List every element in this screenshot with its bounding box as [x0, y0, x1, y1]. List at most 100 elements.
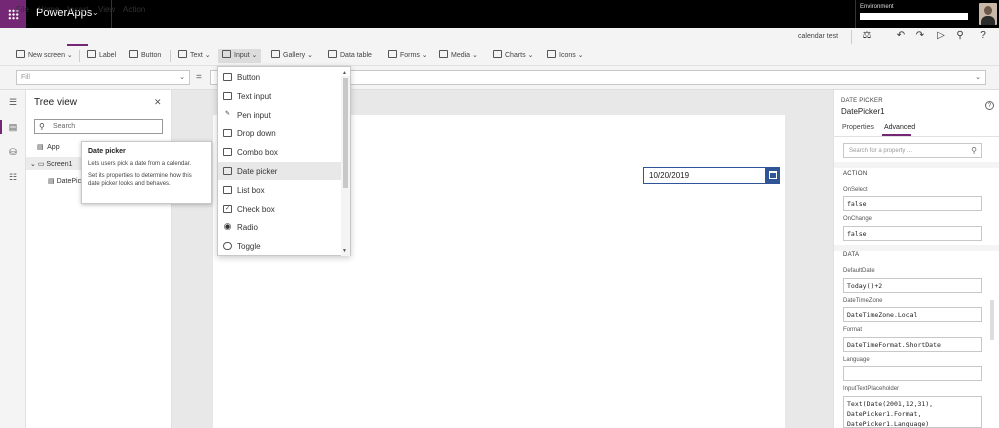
input-menu-button[interactable]: Input ⌄ [218, 49, 262, 63]
tab-advanced[interactable]: Advanced [884, 124, 915, 131]
section-action: ACTION [843, 171, 868, 177]
menu-action[interactable]: Action [123, 5, 145, 14]
combo-box-icon [223, 148, 232, 156]
panel-scrollbar[interactable] [990, 300, 994, 340]
label-label: Label [99, 52, 117, 59]
close-icon[interactable]: ✕ [154, 97, 162, 108]
menu-item-date-picker[interactable]: Date picker [218, 162, 341, 180]
icons-menu-button[interactable]: Icons ⌄ [547, 49, 584, 63]
advanced-tools-icon[interactable]: ☷ [8, 172, 18, 182]
menu-view[interactable]: View [98, 5, 115, 14]
share-user-icon[interactable]: ⚲ [954, 30, 966, 42]
icons-label: Icons [559, 52, 576, 59]
equals-sign: = [196, 72, 202, 83]
datetimezone-field[interactable]: DateTimeZone.Local [843, 307, 982, 322]
button-button[interactable]: Button [129, 49, 161, 63]
forms-menu-button[interactable]: Forms ⌄ [388, 49, 428, 63]
input-icon [222, 50, 231, 58]
onchange-field[interactable]: false [843, 226, 982, 241]
language-label: Language [843, 357, 870, 363]
active-rail-indicator [0, 120, 2, 134]
search-icon: ⚲ [971, 146, 977, 155]
defaultdate-field[interactable]: Today()+2 [843, 278, 982, 293]
avatar[interactable] [979, 3, 997, 25]
tab-properties[interactable]: Properties [842, 124, 874, 131]
tooltip-line-1: Lets users pick a date from a calendar. [88, 161, 192, 167]
property-search-input[interactable]: Search for a property ... ⚲ [843, 143, 982, 158]
scroll-up-icon[interactable]: ▲ [342, 70, 347, 76]
scroll-down-icon[interactable]: ▼ [342, 248, 347, 254]
button-icon [223, 73, 232, 81]
control-name[interactable]: DatePicker1 [841, 107, 885, 116]
menu-item-radio[interactable]: ◉ Radio [218, 218, 341, 236]
toggle-icon [223, 242, 232, 250]
format-label: Format [843, 327, 863, 333]
menu-item-check-box[interactable]: ✓ Check box [218, 200, 341, 218]
divider [851, 30, 852, 44]
text-menu-button[interactable]: Text ⌄ [178, 49, 211, 63]
language-field[interactable] [843, 366, 982, 381]
menu-scrollbar-thumb[interactable] [343, 78, 348, 188]
hamburger-icon[interactable]: ☰ [8, 97, 18, 107]
environment-name-redacted [860, 13, 968, 20]
onselect-field[interactable]: false [843, 196, 982, 211]
menu-item-label: Toggle [237, 242, 261, 251]
search-placeholder: Search for a property ... [849, 148, 913, 154]
menu-item-list-box[interactable]: List box [218, 181, 341, 199]
charts-icon [493, 50, 502, 58]
new-screen-button[interactable]: New screen ⌄ [16, 49, 73, 63]
menu-item-label: Pen input [237, 111, 271, 120]
help-icon[interactable]: ? [985, 101, 994, 110]
gallery-menu-button[interactable]: Gallery ⌄ [271, 49, 313, 63]
media-icon [439, 50, 448, 58]
menu-item-label: Text input [237, 92, 272, 101]
tree-item-datepicker[interactable]: ▤ DatePic [48, 177, 81, 185]
forms-icon [388, 50, 397, 58]
menu-file[interactable]: File [16, 5, 29, 14]
gallery-label: Gallery [283, 52, 306, 59]
media-menu-button[interactable]: Media ⌄ [439, 49, 478, 63]
menu-item-text-input[interactable]: Text input [218, 87, 341, 105]
label-button[interactable]: Label [87, 49, 116, 63]
onchange-label: OnChange [843, 216, 873, 222]
menu-item-pen-input[interactable]: ✎ Pen input [218, 106, 341, 124]
section-data: DATA [843, 252, 860, 258]
date-picker-input[interactable]: 10/20/2019 [643, 167, 766, 184]
charts-menu-button[interactable]: Charts ⌄ [493, 49, 533, 63]
placeholder-field[interactable]: Text(Date(2001,12,31), DatePicker1.Forma… [843, 396, 982, 428]
tree-search-input[interactable]: ⚲ Search [34, 119, 163, 134]
redo-icon[interactable]: ↷ [914, 30, 926, 42]
new-screen-label: New screen [28, 52, 65, 59]
gallery-icon [271, 50, 280, 58]
menu-item-drop-down[interactable]: Drop down [218, 124, 341, 142]
file-name: calendar test [798, 33, 839, 40]
calendar-button[interactable] [766, 167, 780, 184]
check-box-icon: ✓ [223, 205, 232, 213]
onselect-label: OnSelect [843, 187, 868, 193]
play-icon[interactable]: ▷ [935, 30, 947, 42]
tree-item-app[interactable]: ▤ App [37, 143, 60, 151]
divider [834, 162, 999, 168]
app-checker-icon[interactable]: ⚖ [861, 30, 873, 42]
tree-item-label: DatePic [56, 178, 82, 185]
menu-item-toggle[interactable]: Toggle [218, 237, 341, 255]
date-picker-icon [223, 167, 232, 175]
menu-insert[interactable]: Insert [67, 5, 89, 14]
undo-icon[interactable]: ↶ [895, 30, 907, 42]
menu-item-button[interactable]: Button [218, 68, 341, 86]
menu-item-label: List box [237, 186, 265, 195]
data-table-label: Data table [340, 52, 372, 59]
tree-view-icon[interactable]: ▤ [8, 122, 18, 132]
top-bar [0, 0, 999, 28]
menu-item-combo-box[interactable]: Combo box [218, 143, 341, 161]
property-dropdown[interactable]: Fill ⌄ [16, 70, 190, 85]
help-icon[interactable]: ? [977, 30, 989, 42]
data-sources-icon[interactable]: ⛁ [8, 147, 18, 157]
menu-home[interactable]: Home [38, 5, 59, 14]
tree-item-screen1[interactable]: ⌄ ▭ Screen1 [26, 157, 81, 170]
format-field[interactable]: DateTimeFormat.ShortDate [843, 337, 982, 352]
charts-label: Charts [505, 52, 526, 59]
data-table-button[interactable]: Data table [328, 49, 372, 63]
tooltip-title: Date picker [88, 148, 126, 155]
data-table-icon [328, 50, 337, 58]
